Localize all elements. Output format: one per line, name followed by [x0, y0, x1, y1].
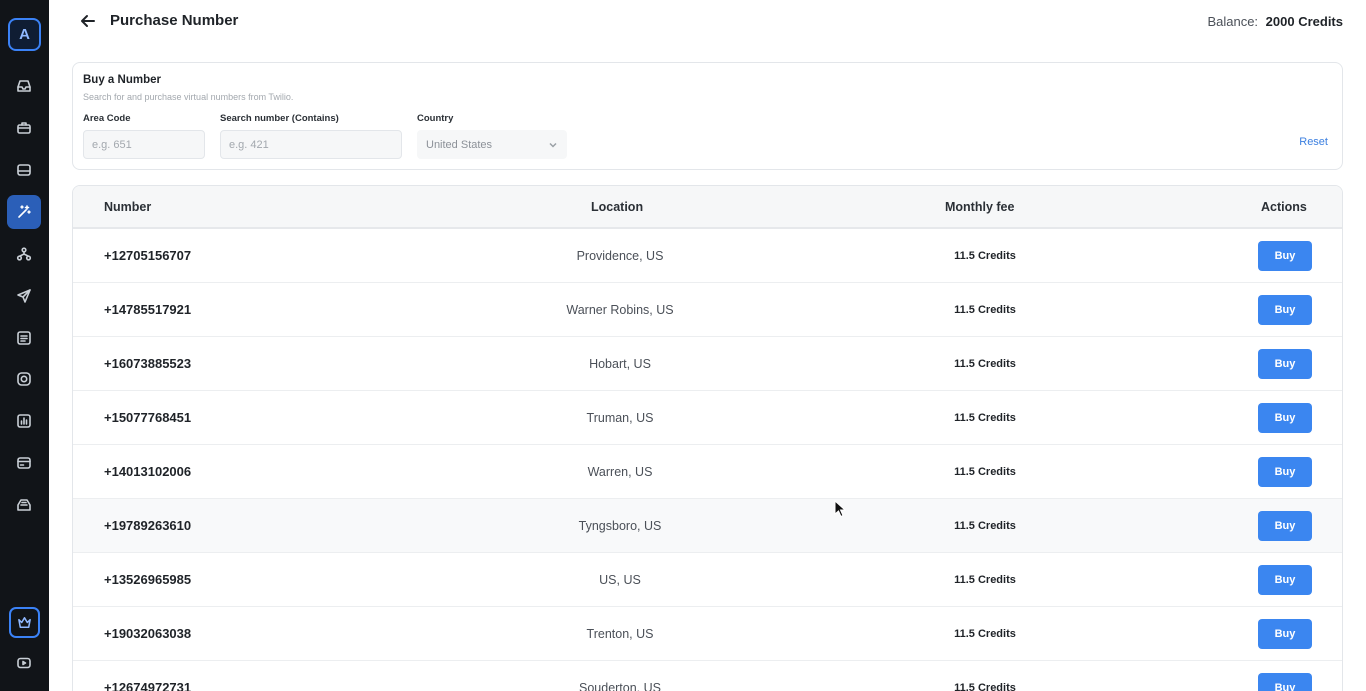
magic-icon[interactable]: [7, 195, 41, 229]
location: Warren, US: [587, 465, 653, 479]
buy-button[interactable]: Buy: [1258, 457, 1312, 487]
phone-number: +14013102006: [104, 464, 192, 479]
phone-number: +19789263610: [104, 518, 192, 533]
monthly-fee: 11.5 Credits: [954, 412, 1016, 424]
balance-display: Balance: 2000 Credits: [1207, 14, 1343, 29]
table-row: +16073885523 Hobart, US 11.5 Credits Buy: [73, 337, 1342, 391]
archive-icon[interactable]: [7, 153, 41, 187]
table-row: +14013102006 Warren, US 11.5 Credits Buy: [73, 445, 1342, 499]
chart-icon[interactable]: [7, 404, 41, 438]
balance-value: 2000 Credits: [1265, 14, 1343, 29]
area-code-input[interactable]: e.g. 651: [83, 130, 205, 159]
table-header: Number Location Monthly fee Actions: [73, 186, 1342, 229]
monthly-fee: 11.5 Credits: [954, 520, 1016, 532]
buy-button[interactable]: Buy: [1258, 511, 1312, 541]
phone-number: +13526965985: [104, 572, 192, 587]
phone-number: +12705156707: [104, 248, 192, 263]
buy-button[interactable]: Buy: [1258, 673, 1312, 691]
location: Hobart, US: [589, 357, 651, 371]
monthly-fee: 11.5 Credits: [954, 628, 1016, 640]
phone-number: +12674972731: [104, 680, 192, 691]
location: Souderton, US: [579, 681, 661, 691]
buy-button[interactable]: Buy: [1258, 619, 1312, 649]
phone-number: +16073885523: [104, 356, 192, 371]
reset-button[interactable]: Reset: [1299, 136, 1328, 148]
table-row: +19789263610 Tyngsboro, US 11.5 Credits …: [73, 499, 1342, 553]
send-icon[interactable]: [7, 279, 41, 313]
phone-number: +15077768451: [104, 410, 192, 425]
mouse-cursor-icon: [834, 500, 847, 518]
monthly-fee: 11.5 Credits: [954, 574, 1016, 586]
page-title: Purchase Number: [110, 12, 239, 29]
sidebar: A: [0, 0, 49, 691]
video-icon[interactable]: [7, 646, 41, 680]
monthly-fee: 11.5 Credits: [954, 304, 1016, 316]
header-number: Number: [104, 200, 152, 214]
monthly-fee: 11.5 Credits: [954, 682, 1016, 691]
location: Warner Robins, US: [566, 303, 674, 317]
table-row: +12674972731 Souderton, US 11.5 Credits …: [73, 661, 1342, 691]
header-location: Location: [591, 200, 644, 214]
card-title: Buy a Number: [83, 74, 161, 86]
balance-label: Balance:: [1207, 14, 1259, 29]
list-icon[interactable]: [7, 321, 41, 355]
back-arrow-icon[interactable]: [78, 10, 98, 32]
search-number-label: Search number (Contains): [220, 113, 339, 124]
buy-number-card: Buy a Number Search for and purchase vir…: [72, 62, 1343, 170]
table-row: +13526965985 US, US 11.5 Credits Buy: [73, 553, 1342, 607]
location: Tyngsboro, US: [578, 519, 662, 533]
monthly-fee: 11.5 Credits: [954, 250, 1016, 262]
table-row: +14785517921 Warner Robins, US 11.5 Cred…: [73, 283, 1342, 337]
flow-icon[interactable]: [7, 237, 41, 271]
buy-button[interactable]: Buy: [1258, 349, 1312, 379]
app-root: A Purchase Number Balance: 2000 Credits …: [0, 0, 1366, 691]
app-logo[interactable]: A: [8, 18, 41, 51]
buy-button[interactable]: Buy: [1258, 241, 1312, 271]
crown-icon[interactable]: [9, 607, 40, 638]
buy-button[interactable]: Buy: [1258, 565, 1312, 595]
location: Truman, US: [586, 411, 654, 425]
buy-button[interactable]: Buy: [1258, 403, 1312, 433]
header-actions: Actions: [1261, 200, 1307, 214]
location: Providence, US: [576, 249, 664, 263]
buy-button[interactable]: Buy: [1258, 295, 1312, 325]
inbox-icon[interactable]: [7, 69, 41, 103]
country-label: Country: [417, 113, 454, 124]
phone-number: +14785517921: [104, 302, 192, 317]
briefcase-icon[interactable]: [7, 111, 41, 145]
card-icon[interactable]: [7, 446, 41, 480]
monthly-fee: 11.5 Credits: [954, 466, 1016, 478]
instagram-icon[interactable]: [7, 362, 41, 396]
search-number-input[interactable]: e.g. 421: [220, 130, 402, 159]
monthly-fee: 11.5 Credits: [954, 358, 1016, 370]
area-code-label: Area Code: [83, 113, 131, 124]
ticket-icon[interactable]: [7, 488, 41, 522]
numbers-table: Number Location Monthly fee Actions +127…: [72, 185, 1343, 691]
location: US, US: [599, 573, 641, 587]
phone-number: +19032063038: [104, 626, 192, 641]
country-value: United States: [426, 138, 493, 151]
table-row: +15077768451 Truman, US 11.5 Credits Buy: [73, 391, 1342, 445]
country-select[interactable]: United States: [417, 130, 567, 159]
chevron-down-icon: [549, 142, 557, 148]
header-monthly-fee: Monthly fee: [945, 200, 1015, 214]
card-subtitle: Search for and purchase virtual numbers …: [83, 92, 294, 102]
location: Trenton, US: [586, 627, 654, 641]
table-row: +12705156707 Providence, US 11.5 Credits…: [73, 229, 1342, 283]
table-row: +19032063038 Trenton, US 11.5 Credits Bu…: [73, 607, 1342, 661]
